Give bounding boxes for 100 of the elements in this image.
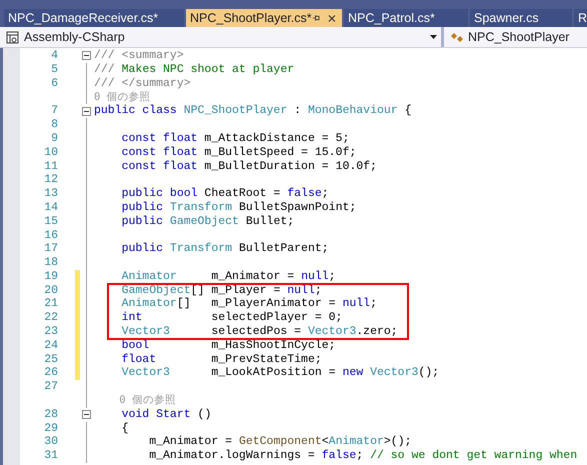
line-number: 28	[44, 408, 58, 421]
type-token: Vector3	[370, 366, 418, 380]
type-token: GameObject	[170, 214, 239, 228]
code-text: BulletParent;	[238, 242, 329, 256]
keyword-token: public bool	[120, 187, 199, 200]
type-token: Transform	[170, 242, 232, 256]
code-text: {	[404, 104, 412, 118]
keyword-token: int	[120, 311, 142, 324]
collapse-icon[interactable]	[82, 106, 91, 116]
type-token: Animator	[120, 297, 177, 310]
keyword-token: const float	[120, 160, 199, 173]
project-icon	[6, 30, 19, 44]
code-text: m_AttackDistance = 5;	[204, 132, 350, 145]
code-text: selectedPos =	[210, 325, 302, 338]
code-text: CheatRoot =	[204, 187, 282, 200]
line-number: 30	[44, 435, 58, 448]
keyword-token: public	[120, 242, 164, 256]
method-name: Start	[156, 408, 191, 421]
type-token: Vector3	[120, 366, 170, 380]
code-text: >();	[384, 435, 412, 448]
type-token: GameObject	[120, 284, 191, 297]
file-tab[interactable]: NPC_DamageReceiver.cs*	[4, 9, 184, 27]
line-number: 14	[44, 200, 58, 214]
code-text: m_Animator =	[148, 435, 234, 448]
file-tab[interactable]: Spawner.cs	[470, 9, 572, 27]
line-number: 18	[44, 256, 58, 270]
keyword-token: bool	[120, 338, 150, 352]
file-tab[interactable]: R	[574, 9, 587, 27]
code-text: ;	[370, 297, 377, 310]
line-number: 20	[44, 284, 58, 297]
keyword-token: float	[120, 352, 156, 366]
type-token: Animator	[120, 270, 177, 283]
code-text: <	[322, 435, 329, 448]
code-text: m_Animator.logWarnings =	[148, 449, 316, 462]
line-number: 31	[44, 449, 58, 462]
line-number: 16	[44, 228, 58, 242]
file-tab[interactable]: NPC_ShootPlayer.cs*	[186, 9, 342, 27]
code-text: ()	[196, 408, 212, 421]
doc-comment: ///	[94, 62, 116, 76]
code-text: m_PrevStateTime;	[210, 352, 322, 366]
line-number: 23	[44, 325, 58, 338]
file-tab[interactable]: NPC_Patrol.cs*	[344, 9, 468, 27]
keyword-token: void	[120, 408, 150, 421]
line-number: 29	[44, 422, 58, 435]
line-number: 21	[44, 297, 58, 310]
keyword-token: public	[120, 200, 164, 214]
line-number: 25	[44, 352, 58, 366]
keyword-token: public	[120, 214, 164, 228]
code-text: {	[120, 422, 129, 435]
line-number: 10	[44, 146, 58, 159]
code-text: [] m_PlayerAnimator =	[176, 297, 337, 310]
line-number: 26	[44, 366, 58, 380]
line-number: 9	[51, 132, 58, 145]
code-text: ();	[418, 366, 440, 380]
line-number: 13	[44, 187, 58, 200]
collapse-icon[interactable]	[82, 410, 91, 420]
type-token: Animator	[328, 435, 384, 448]
doc-comment: /// <summary>	[94, 49, 184, 62]
code-text: selectedPlayer = 0;	[210, 311, 342, 324]
code-text: :	[293, 104, 302, 118]
type-token: Vector3	[120, 325, 170, 338]
line-number: 27	[44, 380, 58, 394]
type-token: Transform	[170, 200, 232, 214]
line-number: 12	[44, 173, 58, 186]
line-number: 19	[44, 270, 58, 283]
code-text: .zero;	[356, 325, 398, 338]
code-text: Bullet;	[244, 214, 294, 228]
keyword-token: null	[342, 297, 370, 310]
code-text: ;	[314, 284, 322, 297]
type-token: MonoBehaviour	[308, 104, 398, 118]
method-token: GetComponent	[238, 435, 322, 448]
keyword-token: const float	[120, 146, 199, 159]
line-number: 6	[51, 76, 58, 90]
line-number: 17	[44, 242, 58, 256]
code-text: m_HasShootInCycle;	[210, 338, 336, 352]
class-dropdown[interactable]: NPC_ShootPlayer	[444, 27, 587, 47]
close-icon[interactable]	[328, 14, 336, 22]
class-icon	[450, 30, 464, 44]
keyword-token: null	[287, 284, 315, 297]
collapse-icon[interactable]	[82, 51, 91, 60]
doc-comment: /// </summary>	[94, 76, 191, 90]
line-number: 4	[51, 49, 58, 62]
keyword-token: false	[322, 449, 356, 462]
keyword-token: public class	[94, 104, 178, 118]
line-number: 7	[51, 104, 58, 118]
pin-icon[interactable]	[312, 13, 320, 23]
keyword-token: null	[301, 270, 329, 283]
line-number: 24	[44, 338, 58, 352]
line-number: 11	[44, 160, 58, 173]
code-text: m_BulletDuration = 10.0f;	[204, 160, 377, 173]
keyword-token: false	[287, 187, 322, 200]
code-text: ;	[322, 187, 329, 200]
code-text: m_BulletSpeed = 15.0f;	[204, 146, 356, 159]
project-dropdown[interactable]: Assembly-CSharp	[0, 27, 441, 47]
line-number: 8	[51, 118, 58, 132]
code-text: m_LookAtPosition =	[210, 366, 337, 380]
keyword-token: const float	[120, 132, 199, 145]
code-text: m_Animator =	[210, 270, 296, 283]
comment-text: Makes NPC shoot at player	[122, 62, 294, 76]
line-number: 5	[51, 62, 58, 76]
